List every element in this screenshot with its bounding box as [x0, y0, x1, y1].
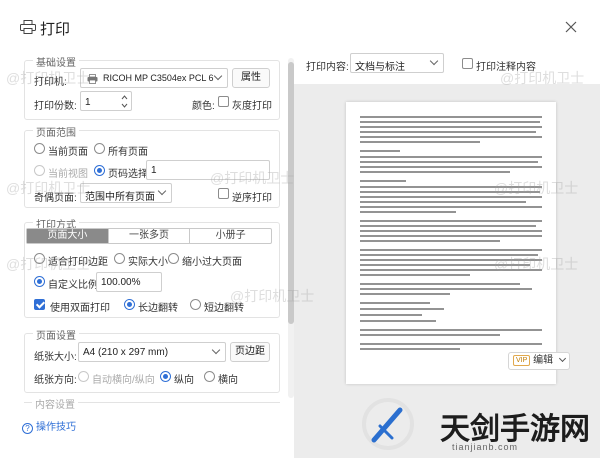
- portrait-label: 纵向: [174, 375, 194, 386]
- duplex-label: 使用双面打印: [50, 303, 110, 314]
- vip-badge: VIP: [513, 355, 531, 366]
- grayscale-label: 灰度打印: [232, 101, 272, 112]
- odd-even-label: 奇偶页面:: [34, 193, 77, 204]
- custom-scale-label: 自定义比例: [48, 280, 98, 291]
- current-page-radio[interactable]: [34, 143, 45, 154]
- printer-icon: [20, 20, 36, 34]
- copies-stepper[interactable]: 1: [80, 91, 132, 111]
- page-preview: [346, 102, 556, 384]
- all-pages-label: 所有页面: [108, 147, 148, 158]
- annotations-label: 打印注释内容: [476, 62, 536, 73]
- chevron-down-icon: [157, 186, 167, 196]
- paper-size-select[interactable]: A4 (210 x 297 mm): [78, 342, 226, 362]
- long-edge-radio[interactable]: [124, 299, 135, 310]
- landscape-label: 横向: [218, 375, 238, 386]
- chevron-down-icon: [429, 56, 439, 66]
- long-edge-label: 长边翻转: [138, 303, 178, 314]
- shrink-large-label: 缩小过大页面: [182, 257, 242, 268]
- page-select-value: 1: [151, 165, 157, 176]
- printer-small-icon: [87, 74, 98, 84]
- page-setup-legend: 页面设置: [33, 327, 79, 342]
- printer-value: RICOH MP C3504ex PCL 6: [103, 73, 214, 83]
- help-icon: ?: [22, 423, 33, 434]
- page-select-input[interactable]: 1: [146, 160, 270, 180]
- custom-scale-radio[interactable]: [34, 276, 45, 287]
- all-pages-radio[interactable]: [94, 143, 105, 154]
- page-range-legend: 页面范围: [33, 124, 79, 139]
- paper-size-label: 纸张大小:: [34, 352, 77, 363]
- current-page-label: 当前页面: [48, 147, 88, 158]
- chevron-down-icon: [211, 345, 221, 355]
- reverse-checkbox[interactable]: [218, 188, 229, 199]
- title-bar: 打印: [0, 0, 600, 46]
- dialog-title: 打印: [40, 21, 71, 38]
- duplex-checkbox[interactable]: [34, 299, 45, 310]
- basic-settings-legend: 基础设置: [33, 54, 79, 69]
- print-method-tabs: 页面大小 一张多页 小册子: [26, 228, 272, 244]
- current-view-label: 当前视图: [48, 169, 88, 180]
- fit-margin-radio[interactable]: [34, 253, 45, 264]
- orientation-label: 纸张方向:: [34, 375, 77, 386]
- tab-multi-page[interactable]: 一张多页: [109, 229, 191, 243]
- odd-even-select[interactable]: 范围中所有页面: [80, 183, 172, 203]
- paper-size-value: A4 (210 x 297 mm): [83, 347, 169, 358]
- page-select-label: 页码选择:: [108, 169, 151, 180]
- actual-size-label: 实际大小: [128, 257, 168, 268]
- auto-orientation-label: 自动横向/纵向: [92, 375, 155, 386]
- tab-page-size[interactable]: 页面大小: [27, 229, 109, 243]
- print-content-value: 文档与标注: [355, 62, 405, 73]
- stepper-arrows-icon[interactable]: [121, 94, 128, 109]
- chevron-down-icon: [213, 71, 223, 81]
- printer-select[interactable]: RICOH MP C3504ex PCL 6: [80, 68, 228, 88]
- copies-label: 打印份数:: [34, 101, 77, 112]
- color-label: 颜色:: [192, 101, 215, 112]
- chevron-down-icon: [558, 354, 566, 363]
- portrait-radio[interactable]: [160, 371, 171, 382]
- short-edge-label: 短边翻转: [204, 303, 244, 314]
- printer-label: 打印机:: [34, 77, 67, 88]
- help-link[interactable]: ? 操作技巧: [22, 418, 76, 434]
- margin-button[interactable]: 页边距: [230, 342, 270, 362]
- reverse-label: 逆序打印: [232, 193, 272, 204]
- auto-orientation-radio[interactable]: [78, 371, 89, 382]
- print-content-select[interactable]: 文档与标注: [350, 53, 444, 73]
- close-icon[interactable]: [564, 20, 578, 34]
- custom-scale-input[interactable]: 100.00%: [96, 272, 162, 292]
- actual-size-radio[interactable]: [114, 253, 125, 264]
- properties-button[interactable]: 属性: [232, 68, 270, 88]
- landscape-radio[interactable]: [204, 371, 215, 382]
- tab-booklet[interactable]: 小册子: [190, 229, 271, 243]
- custom-scale-value: 100.00%: [101, 277, 141, 288]
- edit-button-label: 编辑: [533, 355, 554, 366]
- fit-margin-label: 适合打印边距: [48, 257, 108, 268]
- annotations-checkbox[interactable]: [462, 58, 473, 69]
- shrink-large-radio[interactable]: [168, 253, 179, 264]
- odd-even-value: 范围中所有页面: [85, 192, 155, 203]
- edit-button[interactable]: VIP 编辑: [508, 352, 570, 370]
- help-link-label: 操作技巧: [36, 422, 76, 433]
- short-edge-radio[interactable]: [190, 299, 201, 310]
- grayscale-checkbox[interactable]: [218, 96, 229, 107]
- current-view-radio[interactable]: [34, 165, 45, 176]
- page-select-radio[interactable]: [94, 165, 105, 176]
- print-content-label: 打印内容:: [306, 62, 349, 73]
- content-settings-group: 内容设置: [24, 396, 280, 411]
- copies-value: 1: [85, 97, 91, 108]
- content-settings-legend: 内容设置: [32, 396, 78, 411]
